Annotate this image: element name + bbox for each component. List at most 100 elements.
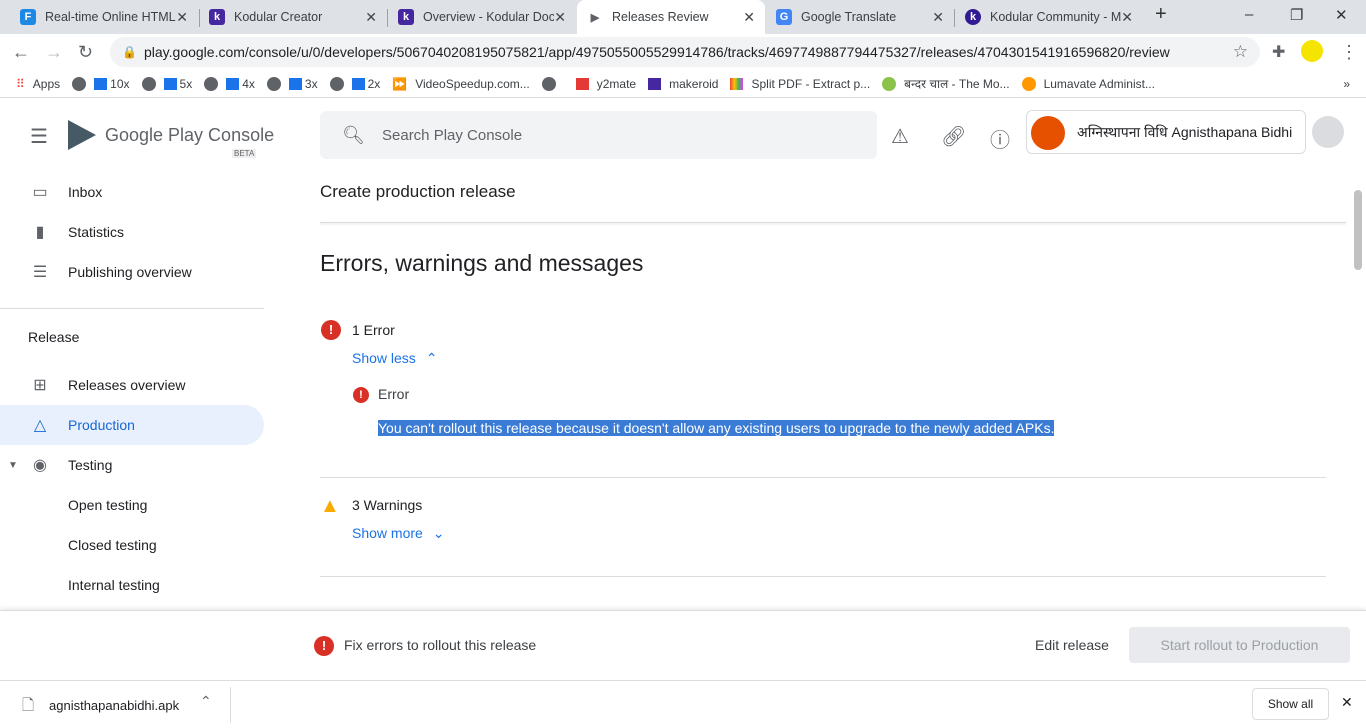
release-footer: ! Fix errors to rollout this release Edi… <box>0 610 1366 680</box>
section-title: Errors, warnings and messages <box>320 250 644 276</box>
tab-favicon-icon: G <box>776 9 792 25</box>
close-window-button[interactable]: ✕ <box>1335 6 1348 24</box>
address-bar-row: ← → ↻ 🔒 play.google.com/console/u/0/devel… <box>0 34 1366 70</box>
footer-message: Fix errors to rollout this release <box>344 637 537 653</box>
error-icon: ! <box>321 320 341 340</box>
sidebar-item-open-testing[interactable]: Open testing <box>0 485 264 525</box>
chevron-down-icon: ⌄ <box>432 525 445 541</box>
new-tab-button[interactable]: + <box>1155 3 1167 26</box>
play-console-favicon-icon: ▶ <box>587 9 603 25</box>
tab-favicon-icon: k <box>398 9 414 25</box>
tab-favicon-icon: k <box>965 9 981 25</box>
apps-grid-icon: ⠿ <box>16 76 25 91</box>
extensions-icon[interactable]: ✚ <box>1272 42 1285 62</box>
bookmark[interactable]: बन्दर चाल - The Mo... <box>882 75 1010 92</box>
page-title: Create production release <box>320 182 516 201</box>
developer-account-selector[interactable]: अग्निस्थापना विधि Agnisthapana Bidhi <box>1026 110 1306 154</box>
bookmark[interactable]: ⏩ VideoSpeedup.com... <box>392 77 529 91</box>
search-icon: 🔍︎ <box>342 124 365 145</box>
tab-kodular-creator[interactable]: k Kodular Creator ✕ <box>199 0 387 34</box>
show-less-button[interactable]: Show less ⌃ <box>352 350 437 367</box>
chevron-up-icon[interactable]: ⌃ <box>200 693 212 710</box>
error-count: 1 Error <box>352 322 395 338</box>
download-filename[interactable]: agnisthapanabidhi.apk <box>49 698 179 713</box>
warning-icon: ▲ <box>320 495 340 517</box>
close-icon[interactable]: ✕ <box>365 9 377 26</box>
minimize-button[interactable]: – <box>1245 6 1253 23</box>
sidebar-item-publishing-overview[interactable]: ☰ Publishing overview <box>0 252 264 292</box>
sidebar-item-internal-testing[interactable]: Internal testing <box>0 565 264 605</box>
bookmark[interactable]: 3x <box>266 76 318 91</box>
dashboard-icon: ⊞ <box>33 377 47 394</box>
bookmarks-bar: ⠿ Apps 10x 5x 4x 3x 2x ⏩ VideoSpeedup.com.… <box>0 70 1366 98</box>
bookmark[interactable]: 4x <box>204 76 255 91</box>
close-icon[interactable]: ✕ <box>554 9 566 26</box>
bookmark[interactable]: Lumavate Administ... <box>1021 76 1155 91</box>
expand-arrow-icon: ▼ <box>8 459 18 471</box>
more-bookmarks-icon[interactable]: » <box>1343 77 1350 91</box>
feedback-icon[interactable]: ⚠︎ <box>891 124 909 149</box>
bookmark-apps[interactable]: ⠿ Apps <box>16 77 60 91</box>
edit-release-button[interactable]: Edit release <box>1035 637 1109 653</box>
inbox-icon: ▭ <box>32 184 48 201</box>
user-avatar[interactable] <box>1312 116 1344 148</box>
error-icon: ! <box>353 387 369 403</box>
back-icon[interactable]: ← <box>12 42 30 63</box>
tab-kodular-docs[interactable]: k Overview - Kodular Doc ✕ <box>388 0 576 34</box>
bookmark[interactable] <box>541 76 564 91</box>
sidebar-item-closed-testing[interactable]: Closed testing <box>0 525 264 565</box>
app-icon <box>1031 116 1065 150</box>
bookmark[interactable]: 10x <box>72 76 130 91</box>
link-icon[interactable]: 🔗︎ <box>941 124 966 149</box>
tab-google-translate[interactable]: G Google Translate ✕ <box>766 0 954 34</box>
warning-count: 3 Warnings <box>352 497 423 513</box>
help-icon[interactable]: ⓘ <box>990 124 1010 153</box>
lock-icon: 🔒 <box>122 45 137 59</box>
tab-html[interactable]: F Real-time Online HTML ✕ <box>10 0 198 34</box>
close-icon[interactable]: ✕ <box>176 9 188 26</box>
star-icon[interactable]: ☆ <box>1233 42 1248 62</box>
sidebar-item-inbox[interactable]: ▭ Inbox <box>0 172 264 212</box>
section-release: Release <box>28 329 80 345</box>
error-icon: ! <box>314 636 334 656</box>
fast-forward-icon: ⏩ <box>392 76 408 91</box>
chevron-up-icon: ⌃ <box>425 350 438 366</box>
sidebar-item-statistics[interactable]: ▮ Statistics <box>0 212 264 252</box>
sidebar-item-testing[interactable]: ▼ ◉ Testing <box>0 445 264 485</box>
sidebar: ▭ Inbox ▮ Statistics ☰ Publishing overview … <box>0 100 280 610</box>
search-input[interactable]: 🔍︎ Search Play Console <box>320 111 877 159</box>
error-item-title: Error <box>378 386 410 402</box>
bookmark[interactable]: 2x <box>329 76 380 91</box>
close-download-bar-icon[interactable]: ✕ <box>1341 694 1353 711</box>
tab-releases-review[interactable]: ▶ Releases Review ✕ <box>577 0 765 34</box>
bookmark[interactable]: y2mate <box>575 77 636 91</box>
restore-button[interactable]: ❐ <box>1290 6 1303 24</box>
publishing-icon: ☰ <box>32 264 48 281</box>
tab-bar: F Real-time Online HTML ✕ k Kodular Creator… <box>0 0 1366 34</box>
tab-favicon-icon: F <box>20 9 36 25</box>
sidebar-item-releases-overview[interactable]: ⊞ Releases overview <box>0 365 264 405</box>
bookmark[interactable]: makeroid <box>648 77 718 91</box>
url-input[interactable]: 🔒 play.google.com/console/u/0/developers/… <box>110 37 1260 67</box>
menu-icon[interactable]: ⋮ <box>1340 42 1358 63</box>
show-all-button[interactable]: Show all <box>1252 688 1329 720</box>
forward-icon[interactable]: → <box>45 42 63 63</box>
profile-avatar[interactable] <box>1301 40 1323 62</box>
tab-favicon-icon: k <box>209 9 225 25</box>
testing-icon: ◉ <box>33 457 47 474</box>
bookmark[interactable]: 5x <box>141 76 192 91</box>
file-icon: 🗋 <box>22 697 35 714</box>
reload-icon[interactable]: ↻ <box>78 42 93 63</box>
bookmark[interactable]: Split PDF - Extract p... <box>730 77 870 91</box>
download-bar: 🗋 agnisthapanabidhi.apk ⌃ Show all ✕ <box>0 680 1366 728</box>
error-message: You can't rollout this release because i… <box>378 420 1055 436</box>
start-rollout-button[interactable]: Start rollout to Production <box>1129 627 1350 663</box>
close-icon[interactable]: ✕ <box>932 9 944 26</box>
sidebar-item-production[interactable]: △ Production <box>0 405 264 445</box>
close-icon[interactable]: ✕ <box>743 9 755 26</box>
bar-chart-icon: ▮ <box>35 224 45 241</box>
close-icon[interactable]: ✕ <box>1121 9 1133 26</box>
scrollbar[interactable] <box>1354 190 1362 270</box>
show-more-button[interactable]: Show more ⌄ <box>352 525 444 542</box>
tab-kodular-community[interactable]: k Kodular Community - M ✕ <box>955 0 1143 34</box>
